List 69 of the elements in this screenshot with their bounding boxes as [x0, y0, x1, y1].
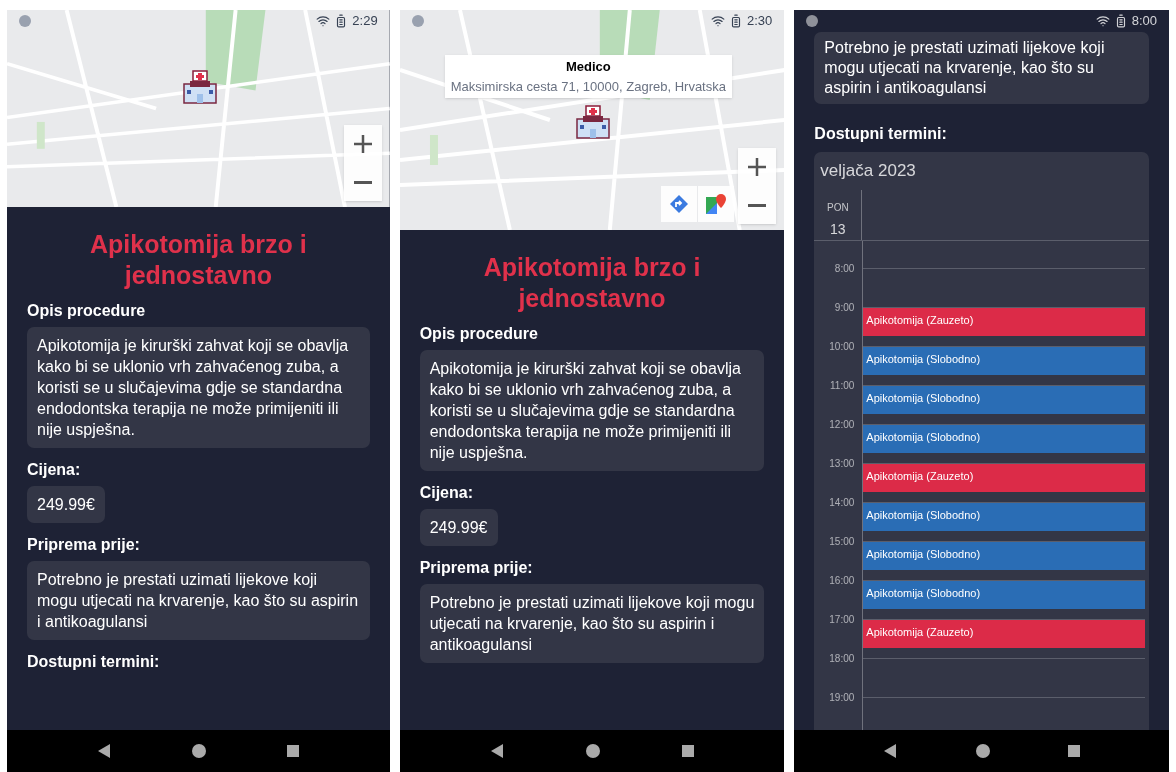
- hour-label: 12:00: [829, 417, 855, 432]
- hour-label: 14:00: [829, 495, 855, 510]
- recents-icon[interactable]: [287, 745, 300, 757]
- appointment-event[interactable]: Apikotomija (Slobodno): [863, 424, 1145, 453]
- wifi-icon: [1095, 14, 1110, 28]
- home-icon[interactable]: [586, 744, 600, 758]
- directions-button[interactable]: [661, 186, 698, 222]
- home-icon[interactable]: [975, 744, 990, 758]
- weekday-label: PON: [827, 200, 849, 215]
- back-icon[interactable]: [97, 743, 112, 759]
- wifi-icon: [316, 14, 331, 28]
- section-heading: Cijena:: [419, 483, 474, 503]
- info-card: 249.99€: [27, 486, 105, 523]
- section-heading: Opis procedure: [27, 301, 147, 321]
- info-window-address: Maksimirska cesta 71, 10000, Zagreb, Hrvatska: [450, 77, 726, 96]
- hour-label: 16:00: [829, 573, 855, 588]
- section-heading: Priprema prije:: [419, 558, 534, 578]
- procedure-title: Apikotomija brzo i jednostavno: [89, 229, 308, 291]
- open-maps-button[interactable]: [698, 186, 735, 222]
- directions-icon: [669, 194, 690, 214]
- status-time: 8:00: [1131, 12, 1157, 31]
- appointment-event[interactable]: Apikotomija (Slobodno): [863, 385, 1145, 414]
- hour-label: 19:00: [829, 690, 855, 705]
- appointment-event[interactable]: Apikotomija (Zauzeto): [863, 307, 1145, 336]
- hospital-marker-icon: [182, 70, 218, 104]
- appointment-event[interactable]: Apikotomija (Zauzeto): [863, 463, 1145, 492]
- hour-label: 10:00: [829, 339, 855, 354]
- info-card: 249.99€: [419, 509, 498, 546]
- section-heading: Priprema prije:: [27, 535, 141, 555]
- hour-label: 9:00: [834, 300, 855, 315]
- info-card: Potrebno je prestati uzimati lijekove koji mogu utjecati na krvarenje, kao što su aspirin i antikoagulansi: [814, 32, 1149, 104]
- hour-label: 11:00: [830, 378, 855, 393]
- plus-icon: [748, 158, 767, 176]
- plus-icon: [353, 135, 372, 153]
- hour-label: 17:00: [829, 612, 855, 627]
- day-number: 13: [830, 219, 846, 239]
- map-pin-icon: [705, 193, 728, 215]
- info-card: Apikotomija je kirurški zahvat koji se obavlja kako bi se uklonio vrh zahvaćenog zuba, a koristi se u slučajevima gdje se standardna endodontska terapija ne može primijeniti ili nije uspješna.: [27, 327, 370, 448]
- info-window-title: Medico: [565, 58, 611, 76]
- section-heading: Cijena:: [27, 460, 82, 480]
- hour-label: 13:00: [829, 456, 855, 471]
- wifi-icon: [711, 14, 725, 28]
- status-time: 2:30: [747, 12, 773, 31]
- hospital-marker-icon: [574, 105, 611, 139]
- hour-label: 8:00: [834, 261, 855, 276]
- back-icon[interactable]: [490, 743, 505, 759]
- minus-icon: [353, 180, 372, 184]
- procedure-title: Apikotomija brzo i jednostavno: [482, 252, 702, 314]
- appointment-event[interactable]: Apikotomija (Slobodno): [863, 580, 1145, 609]
- appointment-event[interactable]: Apikotomija (Zauzeto): [863, 619, 1145, 648]
- recents-icon[interactable]: [1067, 745, 1080, 757]
- recents-icon[interactable]: [681, 745, 694, 757]
- info-card: Apikotomija je kirurški zahvat koji se obavlja kako bi se uklonio vrh zahvaćenog zuba, a koristi se u slučajevima gdje se standardna endodontska terapija ne može primijeniti ili nije uspješna.: [419, 350, 765, 471]
- hour-label: 18:00: [829, 651, 855, 666]
- section-heading: Dostupni termini:: [27, 652, 161, 672]
- hour-label: 15:00: [829, 534, 855, 549]
- appointment-event[interactable]: Apikotomija (Slobodno): [863, 502, 1145, 531]
- back-icon[interactable]: [883, 743, 898, 759]
- section-heading: Opis procedure: [419, 324, 539, 344]
- calendar-month: veljača 2023: [819, 160, 917, 182]
- section-heading: Dostupni termini:: [814, 124, 948, 144]
- minus-icon: [748, 203, 767, 207]
- status-time: 2:29: [352, 12, 378, 31]
- appointment-event[interactable]: Apikotomija (Slobodno): [863, 346, 1145, 375]
- info-card: Potrebno je prestati uzimati lijekove koji mogu utjecati na krvarenje, kao što su aspirin i antikoagulansi: [27, 561, 370, 640]
- info-card: Potrebno je prestati uzimati lijekove koji mogu utjecati na krvarenje, kao što su aspirin i antikoagulansi: [419, 584, 765, 663]
- home-icon[interactable]: [192, 744, 207, 758]
- appointment-event[interactable]: Apikotomija (Slobodno): [863, 541, 1145, 570]
- battery-icon: [729, 14, 743, 28]
